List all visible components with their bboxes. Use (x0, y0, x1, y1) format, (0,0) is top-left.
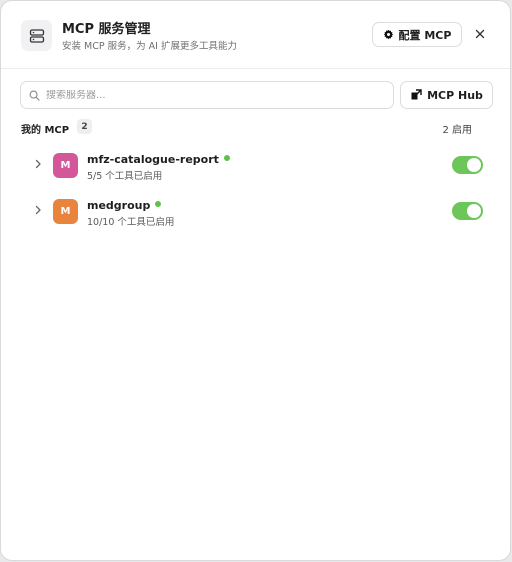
status-dot (223, 155, 230, 161)
config-mcp-label: 配置 MCP (398, 28, 452, 42)
gear-icon (383, 29, 393, 40)
search-input[interactable] (46, 89, 366, 101)
server-name-wrap: medgroup (87, 199, 162, 212)
status-dot (155, 201, 162, 207)
close-button[interactable] (470, 24, 490, 44)
hub-icon (411, 89, 422, 100)
mcp-hub-button[interactable]: MCP Hub (400, 81, 493, 109)
section-title: 我的 MCP (21, 125, 70, 136)
server-row[interactable]: M medgroup 10/10 个工具已启用 (1, 191, 510, 231)
chevron-right-icon[interactable] (32, 204, 44, 216)
server-name-wrap: mfz-catalogue-report (87, 153, 230, 166)
dialog-title: MCP 服务管理 (62, 22, 151, 37)
close-icon (475, 29, 485, 39)
server-name: medgroup (87, 199, 151, 212)
config-mcp-button[interactable]: 配置 MCP (372, 22, 462, 47)
chevron-right-icon[interactable] (32, 158, 44, 170)
server-avatar: M (53, 199, 78, 224)
toggle-knob (467, 204, 481, 218)
server-tools-status: 5/5 个工具已启用 (87, 171, 163, 182)
toggle-knob (467, 158, 481, 172)
server-stack-icon (21, 20, 52, 51)
dialog-header: MCP 服务管理 安装 MCP 服务，为 AI 扩展更多工具能力 配置 MCP (1, 1, 510, 69)
server-avatar: M (53, 153, 78, 178)
server-tools-status: 10/10 个工具已启用 (87, 217, 175, 228)
dialog-subtitle: 安装 MCP 服务，为 AI 扩展更多工具能力 (62, 41, 237, 52)
server-row[interactable]: M mfz-catalogue-report 5/5 个工具已启用 (1, 145, 510, 185)
mcp-hub-label: MCP Hub (427, 88, 483, 102)
search-icon (29, 90, 40, 101)
server-toggle[interactable] (452, 156, 483, 174)
server-name: mfz-catalogue-report (87, 153, 219, 166)
search-field[interactable] (20, 81, 394, 109)
mcp-dialog: MCP 服务管理 安装 MCP 服务，为 AI 扩展更多工具能力 配置 MCP (0, 0, 511, 561)
server-toggle[interactable] (452, 202, 483, 220)
section-count-badge: 2 (77, 119, 92, 134)
server-avatar-initial: M (60, 206, 71, 217)
enabled-count: 2 启用 (442, 125, 472, 136)
server-avatar-initial: M (60, 160, 71, 171)
